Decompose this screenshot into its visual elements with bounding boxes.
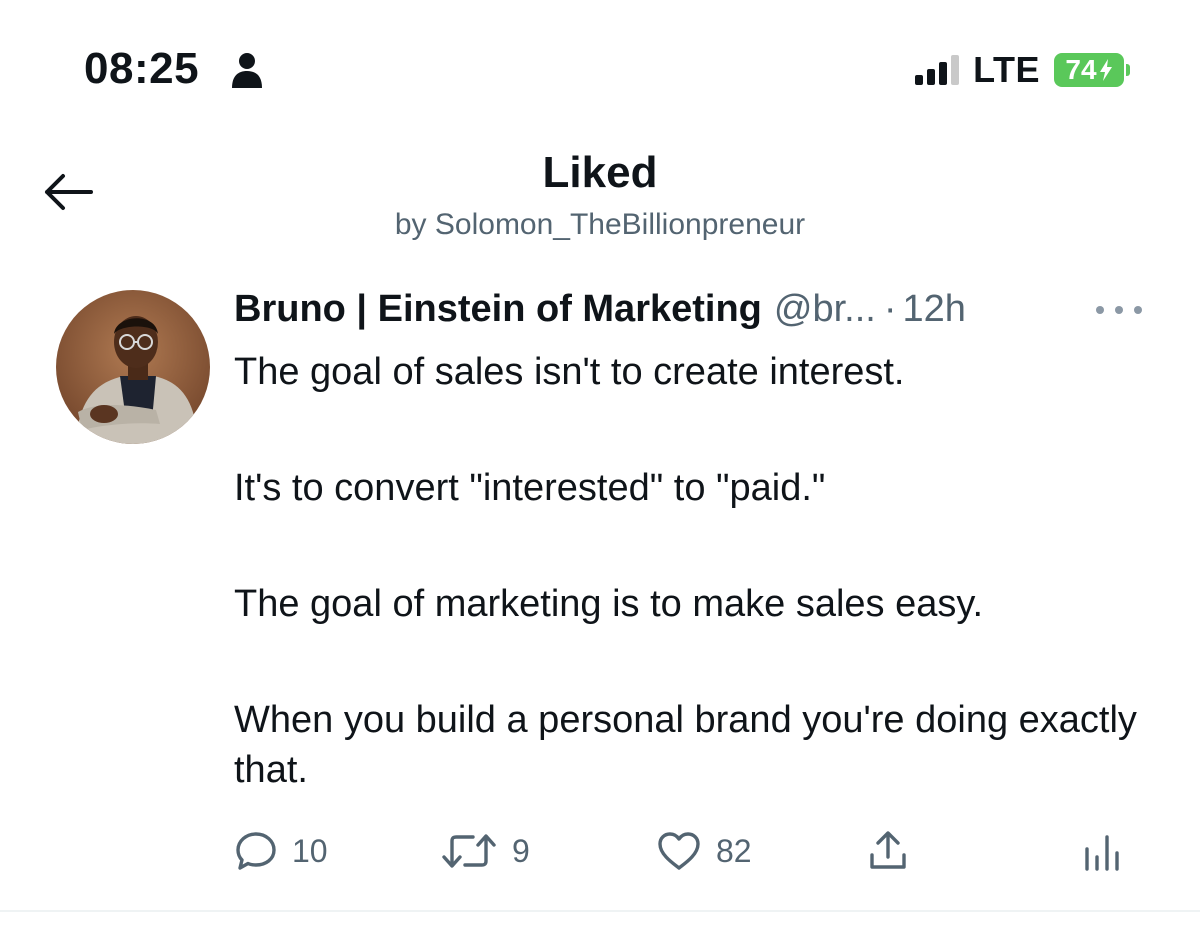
bottom-divider [0, 910, 1200, 912]
tweet-paragraph: When you build a personal brand you're d… [234, 699, 1137, 791]
like-button[interactable]: 82 [656, 826, 752, 876]
author-avatar[interactable] [56, 290, 210, 444]
more-dot [1134, 306, 1142, 314]
page-subtitle: by Solomon_TheBillionpreneur [394, 208, 806, 241]
author-handle[interactable]: @br... [774, 288, 876, 331]
retweet-icon [442, 834, 496, 868]
author-name[interactable]: Bruno | Einstein of Marketing [234, 288, 762, 331]
bolt-icon [1099, 59, 1112, 81]
analytics-button[interactable] [1082, 826, 1122, 876]
more-dot [1115, 306, 1123, 314]
tweet-paragraph: The goal of marketing is to make sales e… [234, 583, 984, 625]
reply-button[interactable]: 10 [234, 826, 328, 876]
share-icon [870, 831, 906, 869]
battery-indicator: 74 [1054, 53, 1130, 87]
like-count: 82 [716, 832, 752, 869]
status-time: 08:25 [84, 44, 200, 93]
person-icon [232, 53, 262, 88]
battery-level: 74 [1054, 53, 1124, 87]
battery-tip [1126, 64, 1130, 76]
avatar-image [56, 290, 210, 444]
status-bar: 08:25 LTE 74 [0, 0, 1200, 130]
signal-bars-icon [915, 55, 960, 85]
tweet-text: The goal of sales isn't to create intere… [234, 347, 1174, 795]
page-title: Liked [542, 148, 658, 197]
more-options-button[interactable] [1096, 296, 1142, 324]
more-dot [1096, 306, 1104, 314]
heart-icon [658, 832, 700, 870]
tweet-actions: 10 9 82 [0, 826, 1200, 876]
tweet-paragraph: It's to convert "interested" to "paid." [234, 467, 826, 509]
retweet-button[interactable]: 9 [440, 826, 530, 876]
analytics-icon [1085, 835, 1119, 871]
tweet-header: Bruno | Einstein of Marketing @br... · 1… [234, 284, 1134, 334]
retweet-count: 9 [512, 832, 530, 869]
tweet-timestamp[interactable]: 12h [903, 288, 966, 331]
reply-icon [236, 832, 276, 870]
battery-percent: 74 [1065, 54, 1097, 85]
meta-separator: · [883, 287, 897, 330]
share-button[interactable] [866, 826, 910, 876]
status-indicators: LTE 74 [915, 49, 1130, 90]
network-type: LTE [973, 49, 1040, 90]
reply-count: 10 [292, 832, 328, 869]
tweet-paragraph: The goal of sales isn't to create intere… [234, 351, 905, 393]
